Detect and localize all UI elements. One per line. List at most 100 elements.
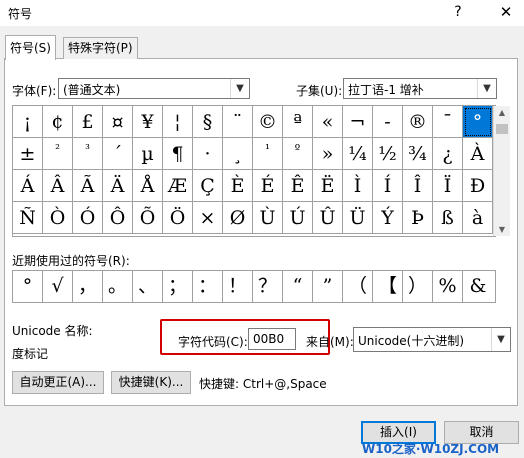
- symbol-cell[interactable]: Ä: [103, 170, 133, 202]
- recent-symbol-cell[interactable]: 、: [133, 271, 163, 302]
- symbol-cell[interactable]: Ù: [253, 202, 283, 234]
- symbol-cell[interactable]: ×: [193, 202, 223, 234]
- symbol-cell[interactable]: ¯: [433, 106, 463, 138]
- symbol-cell[interactable]: ¾: [403, 138, 433, 170]
- recent-symbol-cell[interactable]: （: [343, 271, 373, 302]
- recent-symbol-cell[interactable]: ；: [163, 271, 193, 302]
- recent-symbol-cell[interactable]: ：: [193, 271, 223, 302]
- symbol-cell[interactable]: ²: [43, 138, 73, 170]
- symbol-cell[interactable]: »: [313, 138, 343, 170]
- symbol-cell[interactable]: È: [223, 170, 253, 202]
- font-label: 字体(F):: [12, 84, 57, 98]
- tab-special-characters[interactable]: 特殊字符(P): [63, 37, 138, 59]
- symbol-cell[interactable]: Ô: [103, 202, 133, 234]
- scroll-down-icon[interactable]: ▼: [494, 225, 510, 234]
- symbol-cell[interactable]: Â: [43, 170, 73, 202]
- symbol-cell[interactable]: ª: [283, 106, 313, 138]
- symbol-cell[interactable]: ´: [103, 138, 133, 170]
- grid-scrollbar[interactable]: ▲ ▼: [493, 106, 510, 236]
- char-code-input[interactable]: 00B0: [248, 328, 296, 350]
- recent-symbol-cell[interactable]: ”: [313, 271, 343, 302]
- symbol-cell[interactable]: ¦: [163, 106, 193, 138]
- symbol-cell[interactable]: Á: [13, 170, 43, 202]
- symbol-cell[interactable]: Æ: [163, 170, 193, 202]
- symbol-cell[interactable]: ¿: [433, 138, 463, 170]
- symbol-cell[interactable]: Ø: [223, 202, 253, 234]
- symbol-cell[interactable]: ¹: [253, 138, 283, 170]
- symbol-cell[interactable]: Ì: [343, 170, 373, 202]
- symbol-cell[interactable]: É: [253, 170, 283, 202]
- symbol-cell[interactable]: ½: [373, 138, 403, 170]
- shortcut-key-button[interactable]: 快捷键(K)...: [111, 371, 191, 394]
- symbol-cell[interactable]: Ò: [43, 202, 73, 234]
- scroll-thumb[interactable]: [496, 124, 508, 134]
- symbol-cell[interactable]: Þ: [403, 202, 433, 234]
- symbol-cell[interactable]: °: [463, 106, 493, 138]
- help-button[interactable]: ?: [448, 2, 468, 22]
- symbol-cell[interactable]: §: [193, 106, 223, 138]
- symbol-cell[interactable]: ®: [403, 106, 433, 138]
- symbol-cell[interactable]: Ë: [313, 170, 343, 202]
- symbol-cell[interactable]: Ü: [343, 202, 373, 234]
- symbol-cell[interactable]: ±: [13, 138, 43, 170]
- symbol-cell[interactable]: Ê: [283, 170, 313, 202]
- symbol-cell[interactable]: ¼: [343, 138, 373, 170]
- symbol-cell[interactable]: ·: [193, 138, 223, 170]
- recent-symbol-cell[interactable]: °: [13, 271, 43, 302]
- autocorrect-button[interactable]: 自动更正(A)...: [12, 371, 104, 394]
- symbol-cell[interactable]: ¥: [133, 106, 163, 138]
- recent-symbol-cell[interactable]: %: [433, 271, 463, 302]
- symbol-cell[interactable]: ¡: [13, 106, 43, 138]
- symbol-cell[interactable]: Ç: [193, 170, 223, 202]
- symbol-cell[interactable]: Ð: [463, 170, 493, 202]
- symbol-cell[interactable]: ¬: [343, 106, 373, 138]
- window-title: 符号: [8, 7, 33, 21]
- symbol-cell[interactable]: Ú: [283, 202, 313, 234]
- symbol-cell[interactable]: ³: [73, 138, 103, 170]
- symbol-cell[interactable]: à: [463, 202, 493, 234]
- symbol-cell[interactable]: Ï: [433, 170, 463, 202]
- close-button[interactable]: ✕: [494, 2, 518, 22]
- symbol-cell[interactable]: «: [313, 106, 343, 138]
- font-combo[interactable]: (普通文本) ▼: [58, 78, 250, 99]
- tab-symbols[interactable]: 符号(S): [5, 35, 56, 60]
- chevron-down-icon[interactable]: ▼: [477, 79, 496, 98]
- recent-symbol-cell[interactable]: &: [463, 271, 493, 302]
- symbol-cell[interactable]: ¢: [43, 106, 73, 138]
- symbol-cell[interactable]: Ó: [73, 202, 103, 234]
- from-combo[interactable]: Unicode(十六进制) ▼: [353, 327, 511, 352]
- font-value: (普通文本): [63, 83, 121, 97]
- recent-symbol-cell[interactable]: ？: [253, 271, 283, 302]
- symbol-cell[interactable]: £: [73, 106, 103, 138]
- recent-symbol-cell[interactable]: 【: [373, 271, 403, 302]
- symbol-cell[interactable]: Õ: [133, 202, 163, 234]
- symbol-cell[interactable]: ß: [433, 202, 463, 234]
- symbol-cell[interactable]: ¤: [103, 106, 133, 138]
- symbol-cell[interactable]: Í: [373, 170, 403, 202]
- chevron-down-icon[interactable]: ▼: [491, 328, 510, 351]
- symbol-cell[interactable]: Å: [133, 170, 163, 202]
- symbol-cell[interactable]: Ö: [163, 202, 193, 234]
- symbol-cell[interactable]: ¶: [163, 138, 193, 170]
- recent-symbol-cell[interactable]: √: [43, 271, 73, 302]
- symbol-cell[interactable]: Ã: [73, 170, 103, 202]
- recent-symbol-cell[interactable]: “: [283, 271, 313, 302]
- recent-symbol-cell[interactable]: ）: [403, 271, 433, 302]
- recent-symbol-cell[interactable]: ！: [223, 271, 253, 302]
- chevron-down-icon[interactable]: ▼: [230, 79, 249, 98]
- symbol-cell[interactable]: ©: [253, 106, 283, 138]
- recent-symbol-cell[interactable]: ，: [73, 271, 103, 302]
- scroll-up-icon[interactable]: ▲: [494, 108, 510, 117]
- symbol-cell[interactable]: º: [283, 138, 313, 170]
- symbol-cell[interactable]: À: [463, 138, 493, 170]
- symbol-cell[interactable]: ¨: [223, 106, 253, 138]
- symbol-cell[interactable]: Î: [403, 170, 433, 202]
- symbol-cell[interactable]: Ñ: [13, 202, 43, 234]
- recent-symbol-cell[interactable]: 。: [103, 271, 133, 302]
- symbol-cell[interactable]: Ý: [373, 202, 403, 234]
- symbol-cell[interactable]: Û: [313, 202, 343, 234]
- symbol-cell[interactable]: ¸: [223, 138, 253, 170]
- symbol-cell[interactable]: µ: [133, 138, 163, 170]
- subset-combo[interactable]: 拉丁语-1 增补 ▼: [343, 78, 497, 99]
- symbol-cell[interactable]: -: [373, 106, 403, 138]
